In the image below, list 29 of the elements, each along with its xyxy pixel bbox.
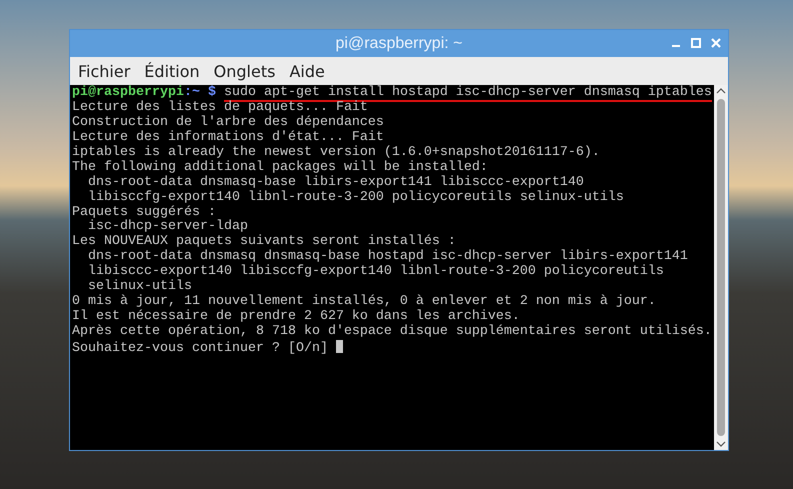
output-line: Paquets suggérés : xyxy=(72,206,216,220)
question-text: Souhaitez-vous continuer ? [O/n] xyxy=(72,340,328,356)
prompt-user-host: pi@raspberrypi xyxy=(72,85,184,100)
output-line: The following additional packages will be installed: xyxy=(72,160,489,175)
output-line: libisccfg-export140 libnl-route-3-200 policycoreutils selinux-utils xyxy=(86,190,625,206)
scrollbar-thumb[interactable] xyxy=(717,99,725,436)
output-line: libisccc-export140 libisccfg-export140 libnl-route-3-200 policycoreutils xyxy=(86,265,665,280)
output-line: Il est nécessaire de prendre 2 627 ko dans les archives. xyxy=(72,310,520,324)
menu-item[interactable]: Édition xyxy=(144,62,200,80)
output-line: Lecture des informations d'état... Fait xyxy=(72,130,385,145)
close-icon[interactable] xyxy=(710,37,722,49)
prompt-symbol: $ xyxy=(208,85,216,100)
menu-item[interactable]: Fichier xyxy=(78,62,130,80)
output-line: iptables is already the newest version (1.6.0+snapshot20161117-6). xyxy=(72,146,601,160)
output-line: Construction de l'arbre des dépendances xyxy=(72,116,385,130)
prompt-path: :~ xyxy=(184,85,200,100)
maximize-icon[interactable] xyxy=(690,37,702,49)
scrollbar[interactable] xyxy=(714,85,728,450)
menu-item[interactable]: Aide xyxy=(289,62,325,80)
output-line: dns-root-data dnsmasq dnsmasq-base hostapd isc-dhcp-server libirs-export141 xyxy=(86,250,689,264)
output-line: Les NOUVEAUX paquets suivants seront installés : xyxy=(72,235,456,250)
output-line: 0 mis à jour, 11 nouvellement installés, 0 à enlever et 2 non mis à jour. xyxy=(72,295,657,310)
output-line: isc-dhcp-server-ldap xyxy=(86,220,248,234)
menu-item[interactable]: Onglets xyxy=(214,62,276,80)
output-line: Après cette opération, 8 718 ko d'espace disque supplémentaires seront utilisés. xyxy=(72,325,713,340)
output-line: dns-root-data dnsmasq-base libirs-export141 libisccc-export140 xyxy=(86,176,585,190)
output-line: selinux-utils xyxy=(86,280,193,294)
window-title: pi@raspberrypi: ~ xyxy=(336,34,462,52)
output-line: Lecture des listes de paquets... Fait xyxy=(72,100,369,115)
